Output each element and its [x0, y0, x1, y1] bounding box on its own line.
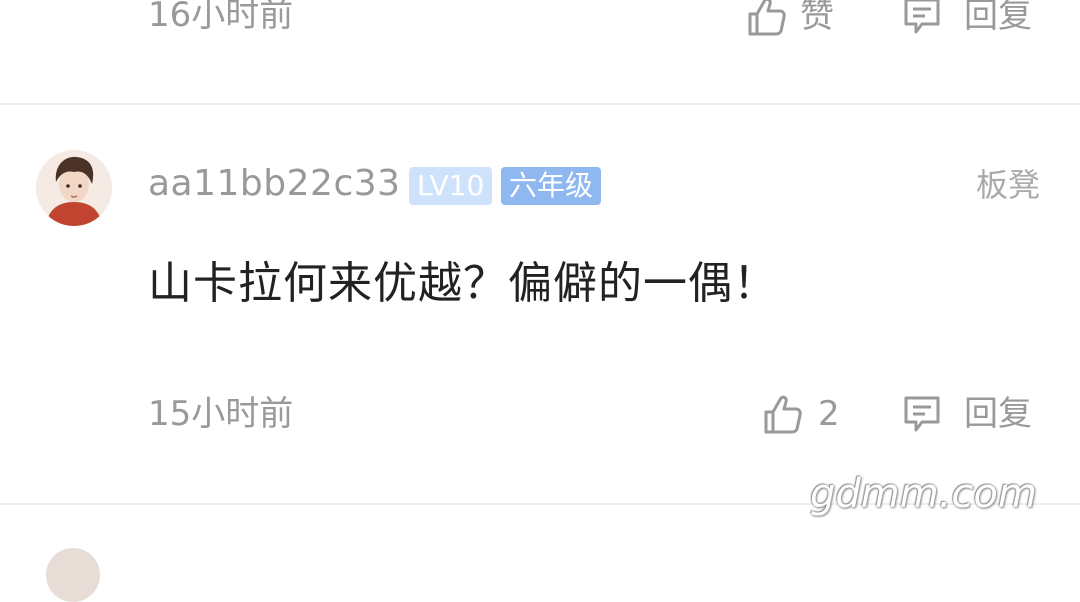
- next-comment-avatar[interactable]: [46, 548, 100, 602]
- avatar[interactable]: [36, 150, 112, 226]
- thumbs-up-icon: [760, 392, 804, 436]
- level-badge: LV10: [409, 167, 493, 205]
- comment-content: 山卡拉何来优越？偏僻的一偶！: [148, 258, 778, 309]
- comment-icon: [900, 0, 944, 38]
- thumbs-up-icon: [744, 0, 788, 38]
- reply-button[interactable]: 回复: [900, 392, 1032, 436]
- previous-like-label: 赞: [800, 0, 834, 36]
- comment-icon: [900, 392, 944, 436]
- previous-reply-button[interactable]: 回复: [900, 0, 1032, 38]
- watermark: gdmm.com: [810, 471, 1037, 517]
- floor-label: 板凳: [975, 166, 1040, 204]
- grade-badge: 六年级: [501, 167, 602, 205]
- like-button[interactable]: 2: [760, 392, 840, 436]
- reply-label: 回复: [964, 394, 1032, 434]
- like-count: 2: [818, 394, 840, 434]
- previous-reply-label: 回复: [964, 0, 1032, 36]
- comment-time: 15小时前: [148, 394, 294, 434]
- previous-like-button[interactable]: 赞: [744, 0, 834, 38]
- previous-comment-time: 16小时前: [148, 0, 294, 35]
- divider: [0, 103, 1080, 105]
- username[interactable]: aa11bb22c33: [148, 166, 401, 202]
